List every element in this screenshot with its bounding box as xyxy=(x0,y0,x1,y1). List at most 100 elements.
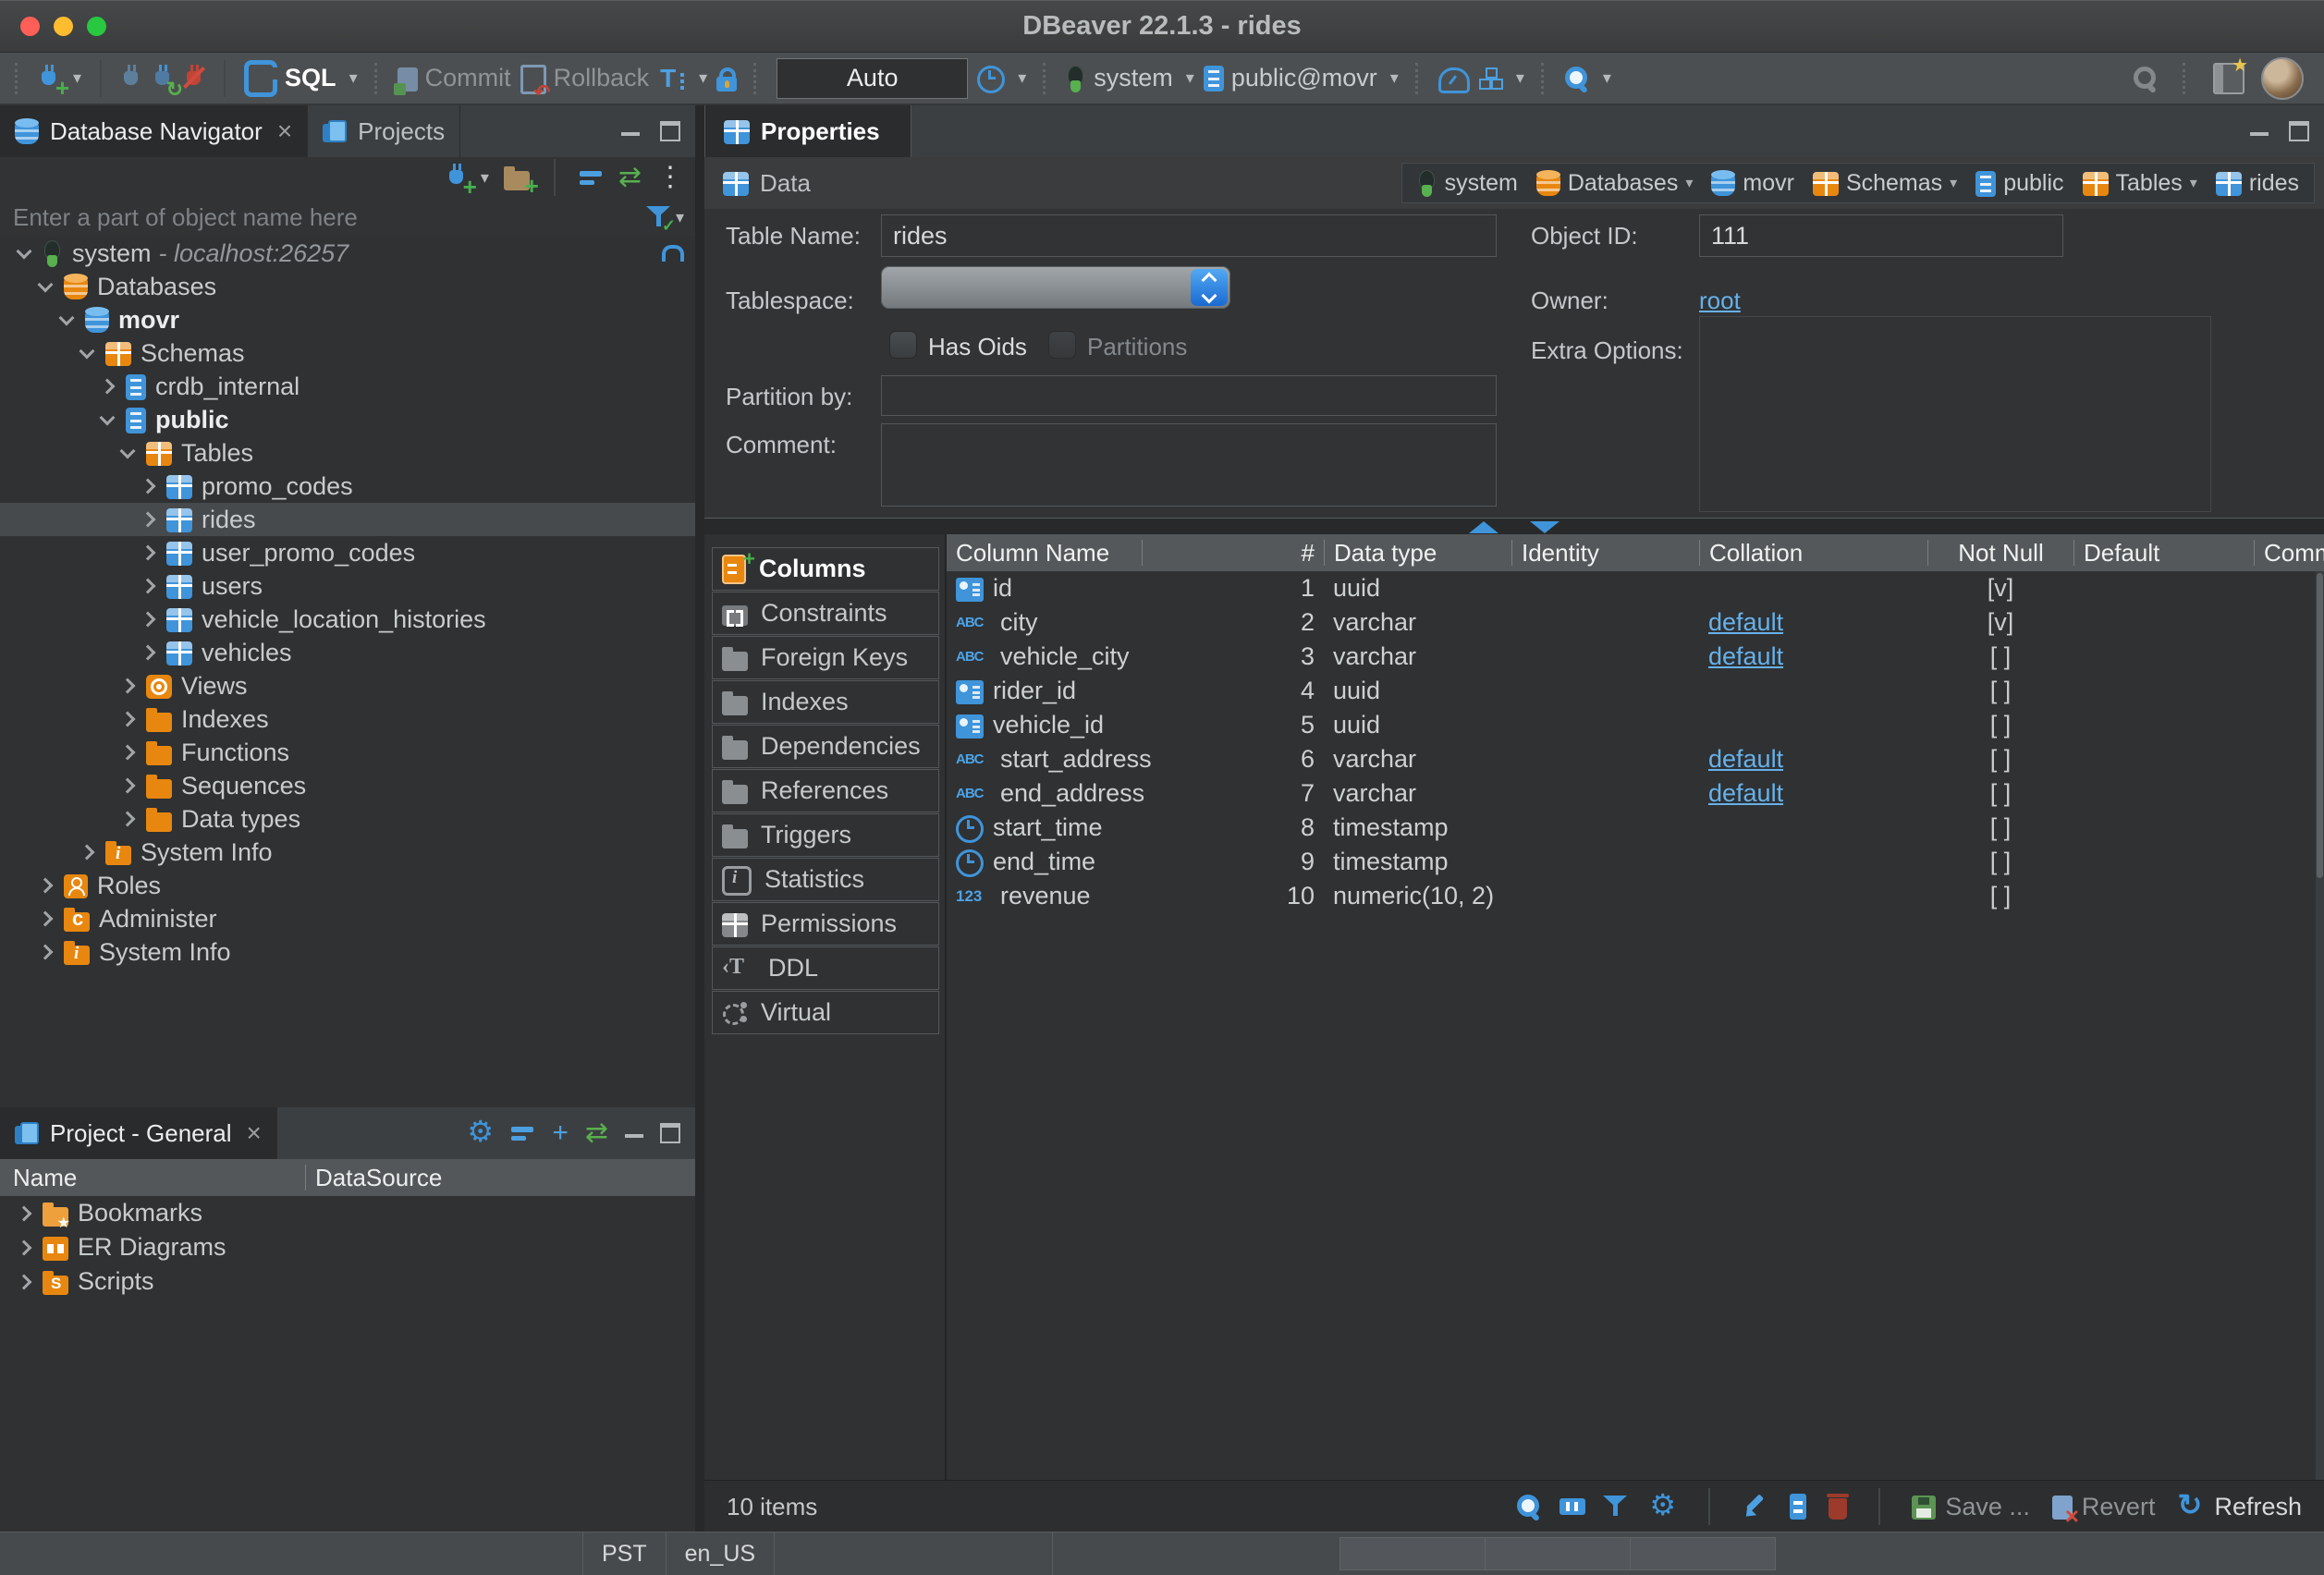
chevron-down-icon[interactable]: ▾ xyxy=(1685,174,1693,192)
locale-cell[interactable]: en_US xyxy=(667,1532,775,1575)
breadcrumb-item[interactable]: rides ▾ xyxy=(2208,170,2306,197)
columns-config-icon[interactable] xyxy=(1790,1494,1806,1520)
filter-funnel-icon[interactable]: ✓ xyxy=(646,204,670,230)
new-folder-button[interactable]: + xyxy=(504,165,530,190)
disconnect-button[interactable] xyxy=(183,65,205,92)
panel-splitter[interactable] xyxy=(695,105,704,1532)
header-number[interactable]: # xyxy=(1142,540,1324,566)
show-view-icon[interactable] xyxy=(2213,63,2244,94)
active-connection-select[interactable]: system ▾ xyxy=(1066,64,1194,92)
has-oids-checkbox[interactable] xyxy=(889,331,917,359)
expander-chevron[interactable] xyxy=(32,905,64,933)
comment-textarea[interactable] xyxy=(881,423,1497,507)
minimize-window-button[interactable] xyxy=(54,17,73,36)
tree-item[interactable]: movr xyxy=(0,303,695,336)
expander-chevron[interactable] xyxy=(54,306,85,334)
tree-item[interactable]: Schemas xyxy=(0,336,695,370)
tablespace-select[interactable] xyxy=(881,266,1230,309)
tree-item[interactable]: public xyxy=(0,403,695,436)
tree-item[interactable]: Views xyxy=(0,669,695,702)
close-icon[interactable]: × xyxy=(277,116,292,146)
editor-subtab[interactable]: Properties xyxy=(704,105,911,157)
expander-chevron[interactable] xyxy=(32,872,64,899)
save-button[interactable]: Save ... xyxy=(1912,1493,2030,1521)
sash-down-icon[interactable] xyxy=(1530,521,1560,533)
object-editor-tab[interactable]: Dependencies xyxy=(712,725,939,768)
collapse-all-icon[interactable] xyxy=(511,1119,535,1147)
tree-item[interactable]: user_promo_codes xyxy=(0,536,695,569)
expander-chevron[interactable] xyxy=(115,672,146,700)
breadcrumb-item[interactable]: Tables ▾ xyxy=(2075,170,2205,197)
sql-editor-button[interactable]: SQL ▾ xyxy=(244,60,358,97)
tree-item[interactable]: System Info xyxy=(0,935,695,969)
expander-chevron[interactable] xyxy=(115,705,146,733)
object-editor-tab[interactable]: Columns xyxy=(712,547,939,591)
column-header-name[interactable]: Name xyxy=(0,1165,306,1190)
splitter-sash[interactable] xyxy=(704,518,2324,536)
breadcrumb-item[interactable]: movr ▾ xyxy=(1704,170,1802,197)
heap-status-widget[interactable] xyxy=(1339,1537,1776,1570)
table-row[interactable]: vehicle_id 5 uuid [ ] xyxy=(947,708,2324,742)
expander-chevron[interactable] xyxy=(94,372,126,400)
collation-link[interactable]: default xyxy=(1708,642,1783,671)
sash-up-icon[interactable] xyxy=(1469,521,1498,533)
transaction-history-button[interactable]: ▾ xyxy=(977,63,1026,93)
collation-link[interactable]: default xyxy=(1708,745,1783,774)
rollback-button[interactable]: Rollback xyxy=(520,63,650,94)
column-not-null[interactable]: [ ] xyxy=(1927,848,2073,876)
search-button[interactable]: ▾ xyxy=(1564,66,1611,92)
tree-item[interactable]: users xyxy=(0,569,695,603)
tree-item[interactable]: Sequences xyxy=(0,769,695,802)
view-menu-icon[interactable]: ⋮ xyxy=(656,164,684,191)
transaction-log-button[interactable]: ▾ xyxy=(658,65,707,92)
object-editor-tab[interactable]: References xyxy=(712,769,939,812)
edit-icon[interactable] xyxy=(1742,1494,1767,1520)
table-row[interactable]: rider_id 4 uuid [ ] xyxy=(947,674,2324,708)
expander-chevron[interactable] xyxy=(11,1234,43,1262)
breadcrumb-item[interactable]: public ▾ xyxy=(1968,170,2071,197)
tree-item[interactable]: System Info xyxy=(0,836,695,869)
expander-chevron[interactable] xyxy=(32,938,64,966)
delete-icon[interactable] xyxy=(1829,1498,1847,1520)
avatar[interactable] xyxy=(2261,57,2304,100)
timezone-cell[interactable]: PST xyxy=(583,1532,667,1575)
column-not-null[interactable]: [v] xyxy=(1927,608,2073,637)
connect-icon[interactable] xyxy=(120,65,142,92)
gear-icon[interactable] xyxy=(1649,1493,1677,1520)
expander-chevron[interactable] xyxy=(94,406,126,433)
filter-menu-caret[interactable]: ▾ xyxy=(676,208,684,227)
refresh-button[interactable]: Refresh xyxy=(2177,1493,2302,1521)
tree-item[interactable]: promo_codes xyxy=(0,470,695,503)
collation-link[interactable]: default xyxy=(1708,608,1783,637)
tree-item[interactable]: system - localhost:26257 xyxy=(0,237,695,270)
tree-item[interactable]: Indexes xyxy=(0,702,695,736)
object-editor-tab[interactable]: Statistics xyxy=(712,858,939,901)
column-not-null[interactable]: [ ] xyxy=(1927,711,2073,739)
object-editor-tab[interactable]: Constraints xyxy=(712,592,939,635)
header-data-type[interactable]: Data type xyxy=(1324,540,1511,566)
tab-project-general[interactable]: Project - General × xyxy=(0,1107,277,1159)
dashboard-icon[interactable] xyxy=(1438,67,1470,93)
minimize-view-icon[interactable] xyxy=(625,1134,643,1138)
tree-item[interactable]: Administer xyxy=(0,902,695,935)
tree-item[interactable]: Data types xyxy=(0,802,695,836)
column-not-null[interactable]: [ ] xyxy=(1927,642,2073,671)
compare-icon[interactable] xyxy=(1560,1498,1585,1515)
table-row[interactable]: city 2 varchar default [v] xyxy=(947,605,2324,640)
header-not-null[interactable]: Not Null xyxy=(1927,540,2073,566)
object-editor-tab[interactable]: Foreign Keys xyxy=(712,636,939,679)
tab-database-navigator[interactable]: Database Navigator × xyxy=(0,105,308,157)
tree-item[interactable]: Functions xyxy=(0,736,695,769)
tree-item[interactable]: vehicle_location_histories xyxy=(0,603,695,636)
expander-chevron[interactable] xyxy=(11,1268,43,1296)
partition-by-input[interactable] xyxy=(881,375,1497,416)
new-connection-button[interactable]: + ▾ xyxy=(446,164,489,191)
header-column-name[interactable]: Column Name xyxy=(947,540,1142,566)
expander-chevron[interactable] xyxy=(135,572,166,600)
table-row[interactable]: end_time 9 timestamp [ ] xyxy=(947,845,2324,879)
tree-item[interactable]: Databases xyxy=(0,270,695,303)
gear-icon[interactable] xyxy=(467,1119,495,1147)
tree-item[interactable]: Roles xyxy=(0,869,695,902)
object-editor-tab[interactable]: Triggers xyxy=(712,813,939,857)
revert-button[interactable]: Revert xyxy=(2052,1493,2156,1521)
